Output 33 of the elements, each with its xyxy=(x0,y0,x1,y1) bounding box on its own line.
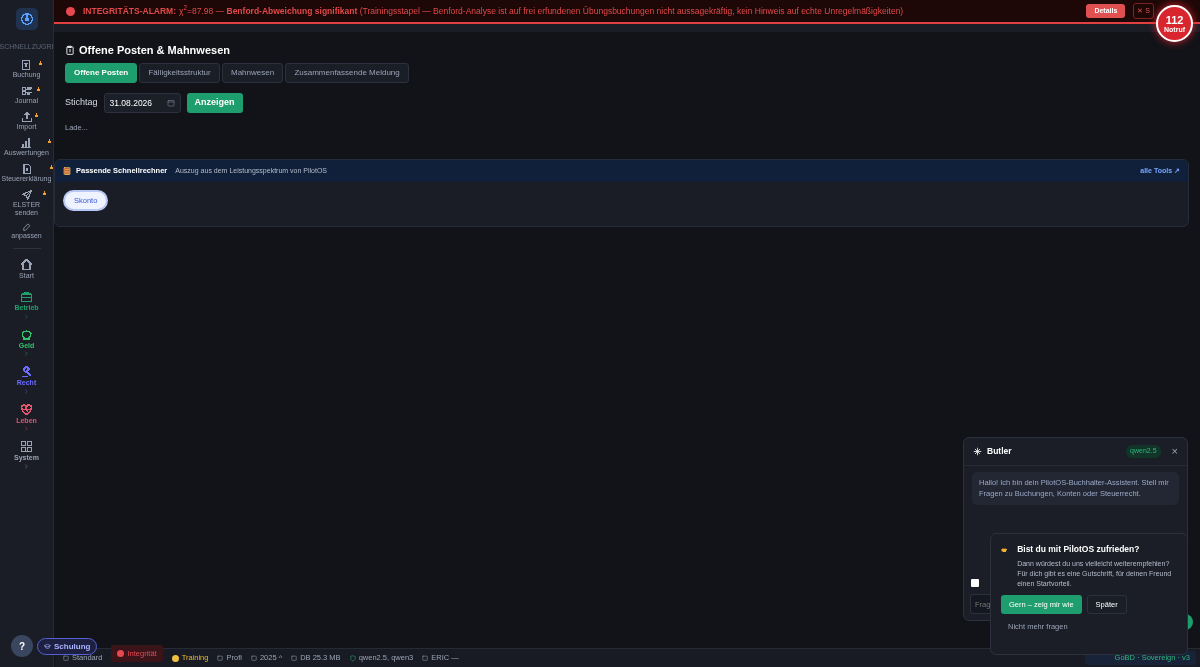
checkbox[interactable] xyxy=(971,579,979,587)
calendar-icon xyxy=(166,99,175,107)
date-field[interactable]: 31.08.2026 xyxy=(103,93,181,113)
clipboard-icon xyxy=(65,45,75,56)
page-title: Offene Posten & Mahnwesen xyxy=(79,43,230,58)
bar-chart-icon xyxy=(20,136,33,149)
sparkle-icon xyxy=(973,446,982,456)
tab[interactable]: Zusammenfassende Meldung xyxy=(285,63,409,83)
survey-title: Bist du mit PilotOS zufrieden? xyxy=(1017,543,1141,556)
shield-icon xyxy=(349,654,356,662)
alert-message: χ$^{2}$=87.98 — Benford-Abweichung signifikant (Trainingsstapel — Benford-Analyse ist auf frei erfundenen Übungsbuchungen nicht aussagekräftig, kein Hinweis auf echte Unregelmäßigkeiten) xyxy=(179,4,904,18)
chat-title: Butler xyxy=(987,445,1012,458)
training-button[interactable]: Schulung xyxy=(37,638,98,655)
document-icon xyxy=(20,162,33,175)
alert-title: INTEGRITÄTS-ALARM: xyxy=(83,4,176,18)
pencil-icon xyxy=(22,222,31,232)
upload-icon xyxy=(20,110,33,123)
tab[interactable]: Mahnwesen xyxy=(222,63,284,83)
close-button[interactable]: × xyxy=(1165,445,1178,457)
calculator-icon xyxy=(63,166,71,175)
date-label: Stichtag xyxy=(65,96,98,110)
graduation-cap-icon xyxy=(44,643,51,650)
chevron-icon xyxy=(24,426,29,432)
tab[interactable]: Fälligkeitsstruktur xyxy=(139,63,220,83)
list-icon xyxy=(20,84,33,97)
send-icon xyxy=(20,188,33,201)
chevron-icon xyxy=(24,313,29,319)
status-dot-icon xyxy=(171,654,179,662)
chevron-icon xyxy=(24,388,29,394)
chevron-icon xyxy=(24,351,29,357)
alert-dot-icon xyxy=(66,6,75,16)
chevron-icon xyxy=(24,463,29,469)
alert-dot-icon xyxy=(117,650,125,657)
